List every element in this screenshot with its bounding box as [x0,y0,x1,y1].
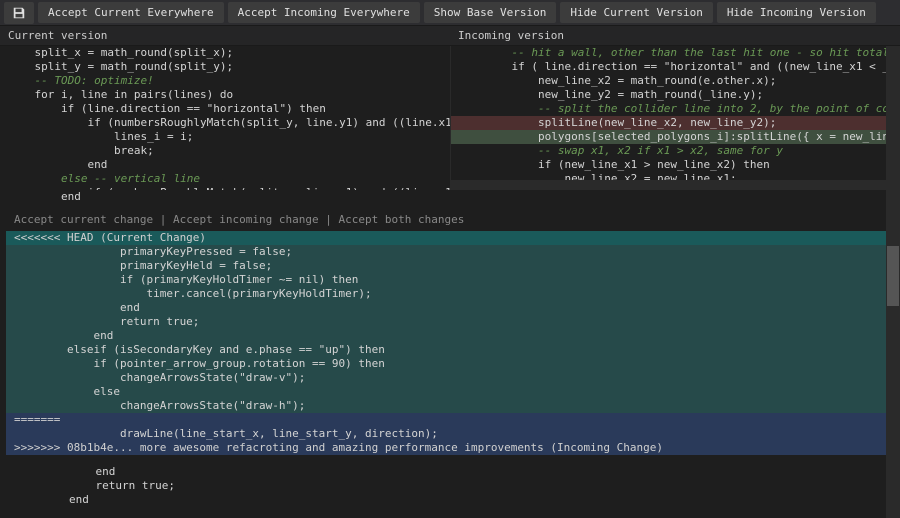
accept-incoming-everywhere-button[interactable]: Accept Incoming Everywhere [228,2,420,23]
code-line: end [0,190,900,204]
show-base-version-button[interactable]: Show Base Version [424,2,557,23]
code-line: lines_i = i; [0,130,450,144]
code-line: return true; [8,479,900,493]
code-line: primaryKeyPressed = false; [6,245,894,259]
code-line: drawLine(line_start_x, line_start_y, dir… [6,427,894,441]
bottom-code: end return true; end [0,465,900,507]
current-version-pane[interactable]: split_x = math_round(split_x); split_y =… [0,46,451,190]
save-button[interactable] [4,2,34,24]
pane-headers: Current version Incoming version [0,26,900,46]
code-line: if ( line.direction == "horizontal" and … [451,60,900,74]
incoming-version-header: Incoming version [450,26,900,45]
code-line: return true; [6,315,894,329]
incoming-change-body: drawLine(line_start_x, line_start_y, dir… [6,427,894,441]
diff-area: split_x = math_round(split_x); split_y =… [0,46,900,190]
code-line: primaryKeyHeld = false; [6,259,894,273]
code-line: end [0,158,450,172]
code-line: -- split the collider line into 2, by th… [451,102,900,116]
code-line: if (numbersRoughlyMatch(split_y, line.y1… [0,116,450,130]
accept-current-everywhere-button[interactable]: Accept Current Everywhere [38,2,224,23]
code-line: else -- vertical line [0,172,450,186]
incoming-version-pane[interactable]: -- hit a wall, other than the last hit o… [451,46,900,190]
current-change-body: primaryKeyPressed = false; primaryKeyHel… [6,245,894,413]
code-line: splitLine(new_line_x2, new_line_y2); [451,116,900,130]
code-line: end [8,493,900,507]
separator-marker: ======= [6,413,894,427]
code-line: elseif (isSecondaryKey and e.phase == "u… [6,343,894,357]
head-marker: <<<<<<< HEAD (Current Change) [6,231,894,245]
code-line: end [6,329,894,343]
code-line: changeArrowsState("draw-v"); [6,371,894,385]
accept-incoming-change-link[interactable]: Accept incoming change [173,213,319,226]
code-line: changeArrowsState("draw-h"); [6,399,894,413]
code-line: split_x = math_round(split_x); [0,46,450,60]
accept-current-change-link[interactable]: Accept current change [14,213,153,226]
accept-both-changes-link[interactable]: Accept both changes [339,213,465,226]
code-line: split_y = math_round(split_y); [0,60,450,74]
code-line: for i, line in pairs(lines) do [0,88,450,102]
vertical-scrollbar[interactable] [886,46,900,518]
hide-incoming-version-button[interactable]: Hide Incoming Version [717,2,876,23]
incoming-marker: >>>>>>> 08b1b4e... more awesome refacrot… [6,441,894,455]
code-line: -- swap x1, x2 if x1 > x2, same for y [451,144,900,158]
hide-current-version-button[interactable]: Hide Current Version [560,2,712,23]
code-line: if (numbersRoughlyMatch(split_x, line.x1… [0,186,450,190]
save-icon [12,6,26,20]
code-line: new_line_x2 = math_round(e.other.x); [451,74,900,88]
code-line: new_line_y2 = math_round(_line.y); [451,88,900,102]
code-line: break; [0,144,450,158]
horizontal-scrollbar[interactable] [451,180,900,190]
code-line: timer.cancel(primaryKeyHoldTimer); [6,287,894,301]
current-version-header: Current version [0,26,450,45]
code-line: if (line.direction == "horizontal") then [0,102,450,116]
code-line: if (pointer_arrow_group.rotation == 90) … [6,357,894,371]
code-line: polygons[selected_polygons_i]:splitLine(… [451,130,900,144]
code-line: -- hit a wall, other than the last hit o… [451,46,900,60]
code-line: if (primaryKeyHoldTimer ~= nil) then [6,273,894,287]
merge-toolbar: Accept Current Everywhere Accept Incomin… [0,0,900,26]
merge-conflict-block: <<<<<<< HEAD (Current Change) primaryKey… [6,231,894,455]
code-line: end [8,465,900,479]
code-line: else [6,385,894,399]
code-line: -- TODO: optimize! [0,74,450,88]
code-line: if (new_line_x1 > new_line_x2) then [451,158,900,172]
merge-action-links: Accept current change | Accept incoming … [0,210,900,229]
scrollbar-thumb[interactable] [887,246,899,306]
code-line: end [6,301,894,315]
